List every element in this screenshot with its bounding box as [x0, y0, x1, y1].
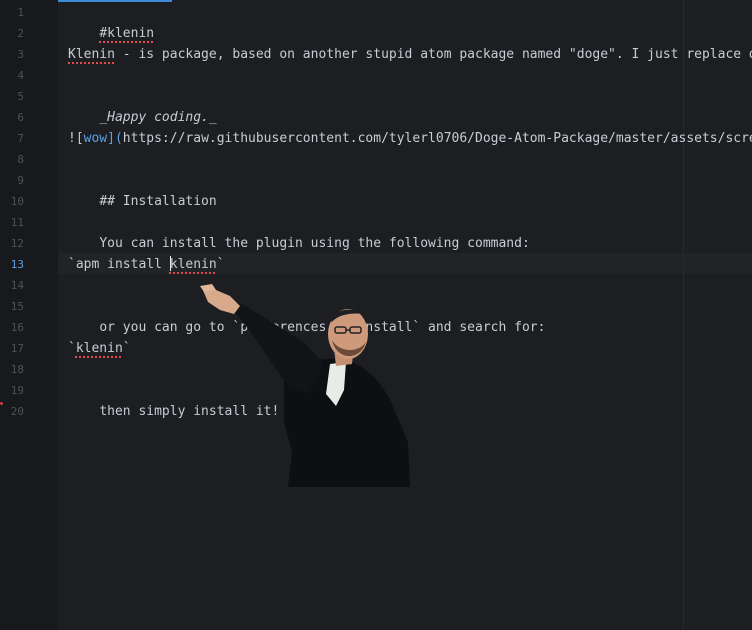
line-number[interactable]: 4 — [0, 65, 24, 86]
line-number[interactable]: 10 — [0, 191, 24, 212]
code-line-17[interactable]: `klenin` — [68, 338, 131, 359]
markdown-title: #klenin — [99, 26, 155, 41]
misspelled-word: klenin — [169, 257, 217, 272]
line-number[interactable]: 7 — [0, 128, 24, 149]
text-editor[interactable]: 1 2 3 4 5 6 7 8 9 10 11 12 13 14 15 16 1… — [0, 0, 752, 630]
line-number[interactable]: 6 — [0, 107, 24, 128]
code-line-11[interactable]: You can install the plugin using the fol… — [68, 212, 529, 251]
line-number[interactable]: 9 — [0, 170, 24, 191]
line-number[interactable]: 16 — [0, 317, 24, 338]
inline-code-start: `apm install — [68, 257, 170, 272]
code-line-3[interactable]: Klenin - is package, based on another st… — [68, 44, 752, 65]
line-number-active[interactable]: 13 — [0, 254, 24, 275]
image-url: https://raw.githubusercontent.com/tylerl… — [122, 131, 752, 146]
line-number[interactable]: 19 — [0, 380, 24, 401]
wrap-guide — [683, 0, 684, 630]
line-number[interactable]: 12 — [0, 233, 24, 254]
section-heading: ## Installation — [99, 194, 217, 209]
line-number[interactable]: 14 — [0, 275, 24, 296]
code-line-5[interactable]: _Happy coding._ — [68, 86, 216, 125]
code-line-1[interactable]: #klenin — [68, 2, 154, 41]
image-markup-mid: ]( — [107, 131, 123, 146]
line-number[interactable]: 5 — [0, 86, 24, 107]
line-number[interactable]: 11 — [0, 212, 24, 233]
code-line-9[interactable]: ## Installation — [68, 170, 216, 209]
inline-code-start: ` — [68, 341, 76, 356]
line-number[interactable]: 15 — [0, 296, 24, 317]
line-number[interactable]: 1 — [0, 2, 24, 23]
line-number[interactable]: 20 — [0, 401, 24, 422]
italic-text: _Happy coding._ — [99, 110, 217, 125]
image-alt-text: wow — [83, 131, 108, 146]
image-markup-open: ![ — [68, 131, 84, 146]
code-line-7[interactable]: ![wow](https://raw.githubusercontent.com… — [68, 128, 752, 149]
misspelled-word: klenin — [75, 341, 123, 356]
line-number[interactable]: 8 — [0, 149, 24, 170]
code-line-13[interactable]: `apm install klenin` — [68, 254, 225, 275]
line-number[interactable]: 17 — [0, 338, 24, 359]
instruction-text: You can install the plugin using the fol… — [99, 236, 530, 251]
inline-code-end: ` — [216, 257, 225, 272]
inline-code-end: ` — [122, 341, 131, 356]
description-text: - is package, based on another stupid at… — [114, 47, 752, 62]
line-number[interactable]: 2 — [0, 23, 24, 44]
misspelled-word: Klenin — [68, 47, 115, 62]
pointing-man-image — [200, 284, 410, 487]
line-number[interactable]: 3 — [0, 44, 24, 65]
line-number[interactable]: 18 — [0, 359, 24, 380]
